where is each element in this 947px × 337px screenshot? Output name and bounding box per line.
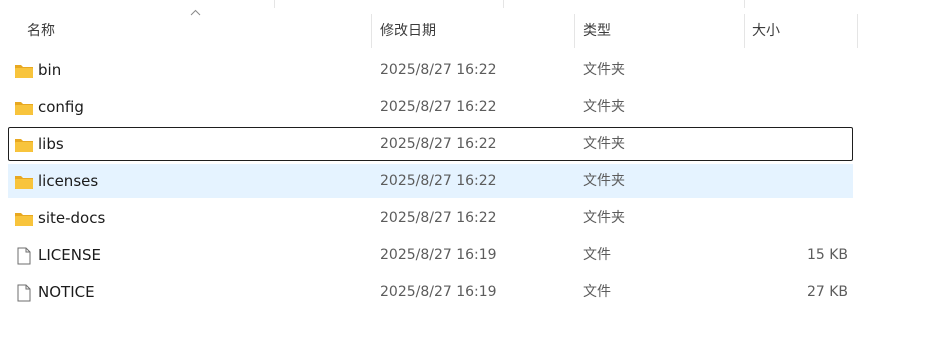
file-row[interactable]: NOTICE 2025/8/27 16:19 文件 27 KB — [8, 275, 853, 309]
column-header-name[interactable]: 名称 — [27, 14, 367, 48]
file-date: 2025/8/27 16:19 — [380, 247, 497, 263]
column-header-type-label: 类型 — [583, 23, 611, 39]
column-divider[interactable] — [371, 14, 372, 48]
folder-icon — [15, 213, 33, 226]
column-divider[interactable] — [744, 14, 745, 48]
folder-icon — [15, 139, 33, 152]
file-icon — [17, 284, 31, 302]
column-header-size-label: 大小 — [752, 23, 780, 39]
column-divider[interactable] — [857, 14, 858, 48]
file-type: 文件 — [583, 284, 611, 300]
file-row[interactable]: LICENSE 2025/8/27 16:19 文件 15 KB — [8, 238, 853, 272]
file-size: 27 KB — [806, 284, 848, 300]
file-date: 2025/8/27 16:22 — [380, 136, 497, 152]
file-row[interactable]: bin 2025/8/27 16:22 文件夹 — [8, 53, 853, 87]
column-header-date-label: 修改日期 — [380, 23, 436, 39]
file-name: site-docs — [38, 209, 106, 227]
folder-icon — [15, 176, 33, 189]
top-strip — [0, 0, 947, 13]
column-header-type[interactable]: 类型 — [583, 14, 743, 48]
file-name: LICENSE — [38, 246, 101, 264]
file-row[interactable]: config 2025/8/27 16:22 文件夹 — [8, 90, 853, 124]
file-type: 文件夹 — [583, 136, 625, 152]
file-name: NOTICE — [38, 283, 95, 301]
file-date: 2025/8/27 16:22 — [380, 210, 497, 226]
file-size: 15 KB — [806, 247, 848, 263]
file-name: bin — [38, 61, 62, 79]
column-divider[interactable] — [574, 14, 575, 48]
file-type: 文件夹 — [583, 210, 625, 226]
column-header-date[interactable]: 修改日期 — [380, 14, 570, 48]
file-row-selected[interactable]: licenses 2025/8/27 16:22 文件夹 — [8, 164, 853, 198]
file-date: 2025/8/27 16:22 — [380, 62, 497, 78]
file-type: 文件夹 — [583, 99, 625, 115]
file-date: 2025/8/27 16:22 — [380, 99, 497, 115]
file-type: 文件夹 — [583, 62, 625, 78]
file-date: 2025/8/27 16:19 — [380, 284, 497, 300]
file-name: libs — [38, 135, 64, 153]
top-separator — [274, 0, 275, 8]
file-type: 文件夹 — [583, 173, 625, 189]
file-row[interactable]: site-docs 2025/8/27 16:22 文件夹 — [8, 201, 853, 235]
column-header-name-label: 名称 — [27, 23, 55, 39]
top-separator — [503, 0, 504, 8]
file-name: config — [38, 98, 84, 116]
file-date: 2025/8/27 16:22 — [380, 173, 497, 189]
file-name: licenses — [38, 172, 99, 190]
column-header: 名称 修改日期 类型 大小 — [0, 14, 947, 48]
file-icon — [17, 247, 31, 265]
file-type: 文件 — [583, 247, 611, 263]
column-header-size[interactable]: 大小 — [752, 14, 852, 48]
folder-icon — [15, 65, 33, 78]
top-separator — [744, 0, 745, 8]
file-row-focused[interactable]: libs 2025/8/27 16:22 文件夹 — [8, 127, 853, 161]
folder-icon — [15, 102, 33, 115]
